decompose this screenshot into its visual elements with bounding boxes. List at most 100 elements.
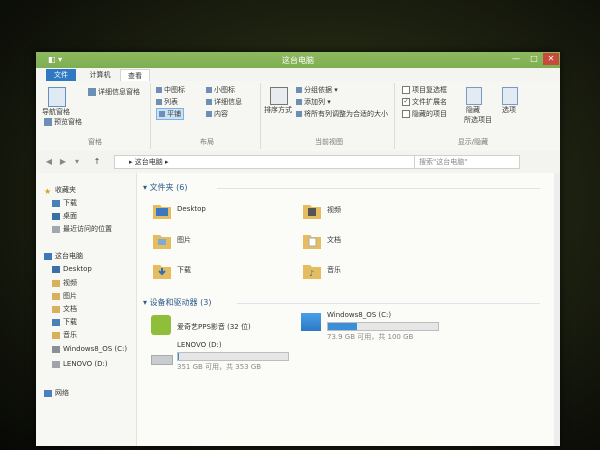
folder-icon (151, 229, 173, 251)
group-label-show-hide: 显示/隐藏 (457, 138, 489, 146)
drive-free-space: 351 GB 可用，共 353 GB (177, 363, 262, 371)
ribbon-group-panes: 导航窗格 预览窗格 详细信息窗格 窗格 (40, 83, 151, 149)
maximize-button[interactable]: □ (526, 53, 542, 65)
nav-downloads-pc[interactable]: 下载 (52, 317, 77, 327)
network-icon (44, 389, 52, 397)
recent-chevron-icon[interactable]: ▾ (72, 157, 82, 167)
fit-columns-button[interactable]: 将所有列调整为合适的大小 (296, 109, 388, 119)
nav-recent[interactable]: 最近访问的位置 (52, 224, 112, 234)
hide-selected-icon (466, 87, 482, 105)
desktop-icon (52, 212, 60, 220)
item-checkbox-label: 项目复选框 (412, 86, 447, 94)
drive-name: Windows8_OS (C:) (327, 311, 392, 319)
options-icon (502, 87, 518, 105)
extensions-label: 文件扩展名 (412, 98, 447, 106)
section-divider (217, 188, 540, 189)
forward-arrow-icon[interactable]: ▶ (58, 157, 68, 167)
documents-icon (52, 305, 60, 313)
minimize-button[interactable]: — (508, 53, 524, 65)
nav-music[interactable]: 音乐 (52, 330, 77, 340)
hidden-items-toggle[interactable]: 隐藏的项目 (402, 109, 447, 119)
checkbox-icon (402, 86, 410, 94)
fit-columns-label: 将所有列调整为合适的大小 (304, 110, 388, 118)
scrollbar[interactable] (554, 173, 560, 446)
address-bar[interactable]: ▸ 这台电脑 ▸ (114, 155, 426, 169)
address-row: ◀ ▶ ▾ ↑ ▸ 这台电脑 ▸ 搜索"这台电脑" (36, 151, 560, 173)
folder-label: 图片 (177, 236, 191, 244)
pictures-icon (52, 292, 60, 300)
folder-icon (151, 199, 173, 221)
nav-desktop[interactable]: 桌面 (52, 211, 77, 221)
layout-list[interactable]: 列表 (156, 97, 178, 107)
details-pane-button[interactable]: 详细信息窗格 (88, 87, 140, 97)
group-label-current-view: 当前视图 (315, 138, 343, 146)
layout-details-label: 详细信息 (214, 98, 242, 106)
preview-pane-button[interactable]: 预览窗格 (44, 117, 82, 127)
drive-name: LENOVO (D:) (177, 341, 222, 349)
nav-this-pc[interactable]: 这台电脑 (44, 251, 83, 261)
extensions-toggle[interactable]: ✓ 文件扩展名 (402, 97, 447, 107)
layout-tiles[interactable]: 平铺 (156, 108, 184, 120)
nav-music-label: 音乐 (63, 331, 77, 339)
up-arrow-icon[interactable]: ↑ (92, 157, 102, 167)
hidden-items-label: 隐藏的项目 (412, 110, 447, 118)
layout-medium-icons[interactable]: 中图标 (156, 85, 185, 95)
computer-icon (44, 252, 52, 260)
folder-label: 视频 (327, 206, 341, 214)
details-icon (206, 99, 212, 105)
sort-by-button[interactable]: 排序方式 (264, 105, 292, 115)
preview-pane-label: 预览窗格 (54, 118, 82, 126)
back-arrow-icon[interactable]: ◀ (44, 157, 54, 167)
group-by-button[interactable]: 分组依据 ▾ (296, 85, 338, 95)
search-input[interactable]: 搜索"这台电脑" (414, 155, 520, 169)
drive-name: 爱奇艺PPS影音 (32 位) (177, 323, 251, 331)
breadcrumb: ▸ 这台电脑 ▸ (129, 158, 169, 166)
tab-file[interactable]: 文件 (46, 69, 76, 81)
item-checkbox-toggle[interactable]: 项目复选框 (402, 85, 447, 95)
drive-icon (52, 360, 60, 368)
options-button[interactable]: 选项 (502, 105, 516, 115)
details-pane-label: 详细信息窗格 (98, 88, 140, 96)
nav-videos[interactable]: 视频 (52, 278, 77, 288)
layout-content[interactable]: 内容 (206, 109, 228, 119)
nav-network-label: 网络 (55, 389, 69, 397)
ribbon: 导航窗格 预览窗格 详细信息窗格 窗格 中图标 小图标 列表 详细信息 平铺 内… (36, 81, 560, 152)
windows-drive-icon (301, 313, 321, 331)
nav-this-pc-label: 这台电脑 (55, 252, 83, 260)
content-icon (206, 111, 212, 117)
layout-medium-icons-label: 中图标 (164, 86, 185, 94)
nav-favorites[interactable]: ★ 收藏夹 (44, 185, 76, 196)
window-title: 这台电脑 (282, 56, 314, 65)
app-icon (151, 315, 171, 335)
folder-icon (151, 259, 173, 281)
nav-drive-c[interactable]: Windows8_OS (C:) (52, 345, 127, 353)
nav-downloads-label: 下载 (63, 199, 77, 207)
close-button[interactable]: ✕ (543, 53, 559, 65)
hide-selected-button[interactable]: 隐藏 (466, 105, 480, 115)
layout-details[interactable]: 详细信息 (206, 97, 242, 107)
nav-pc-desktop[interactable]: Desktop (52, 265, 92, 273)
navigation-pane: ★ 收藏夹 下载 桌面 最近访问的位置 这台电脑 Desktop 视频 图片 文档… (36, 173, 137, 446)
tab-computer[interactable]: 计算机 (82, 69, 118, 81)
folders-section-header[interactable]: ▾ 文件夹 (6) (143, 182, 187, 193)
layout-small-icons[interactable]: 小图标 (206, 85, 235, 95)
nav-desktop-label: 桌面 (63, 212, 77, 220)
nav-pictures[interactable]: 图片 (52, 291, 77, 301)
drive-usage-bar (327, 322, 439, 331)
nav-network[interactable]: 网络 (44, 388, 69, 398)
folder-icon (301, 229, 323, 251)
nav-drive-d[interactable]: LENOVO (D:) (52, 360, 108, 368)
nav-downloads[interactable]: 下载 (52, 198, 77, 208)
add-column-button[interactable]: 添加列 ▾ (296, 97, 331, 107)
nav-drive-d-label: LENOVO (D:) (63, 360, 108, 368)
recent-icon (52, 225, 60, 233)
drives-section-header[interactable]: ▾ 设备和驱动器 (3) (143, 297, 211, 308)
small-icons-icon (206, 87, 212, 93)
nav-documents[interactable]: 文档 (52, 304, 77, 314)
drive-icon (52, 345, 60, 353)
nav-pane-button[interactable]: 导航窗格 (42, 107, 70, 117)
layout-tiles-label: 平铺 (167, 110, 181, 118)
hide-selected-label: 所选项目 (464, 116, 492, 124)
folders-header-label: 文件夹 (6) (149, 183, 188, 192)
group-label-panes: 窗格 (88, 138, 102, 146)
